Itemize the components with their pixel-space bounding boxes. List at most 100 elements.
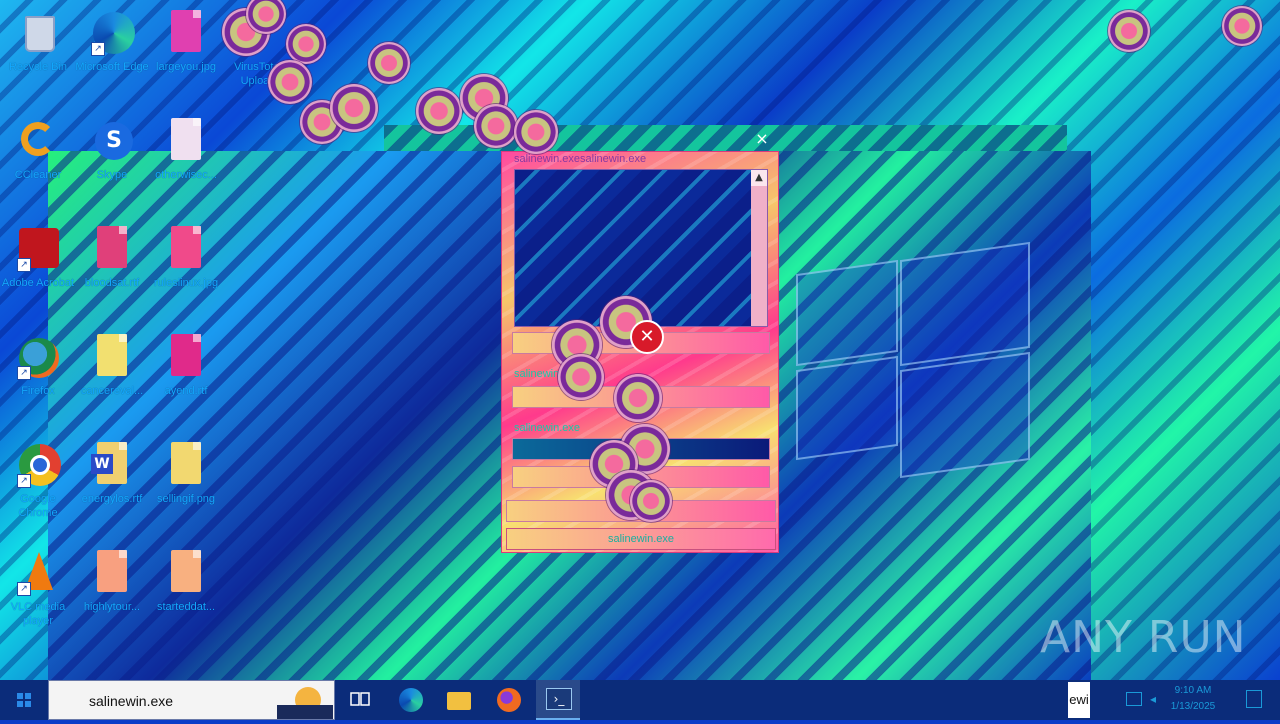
desktop-icon-otherwisec[interactable]: otherwisec... bbox=[148, 114, 224, 218]
desktop-icon-ruleslinux[interactable]: ruleslinux.jpg bbox=[148, 222, 224, 326]
image-file-icon bbox=[165, 118, 207, 164]
desktop-icon-recycle-bin[interactable]: Recycle Bin bbox=[0, 6, 76, 110]
word-doc-icon bbox=[91, 226, 133, 272]
taskbar: salinewin.exe ›_ ewi ◂ 9:10 AM 1/13/2025 bbox=[0, 680, 1280, 720]
windows-logo bbox=[796, 241, 1030, 479]
image-file-icon bbox=[165, 10, 207, 56]
image-file-icon bbox=[91, 550, 133, 596]
edge-icon bbox=[399, 688, 423, 712]
tray-label: ewi bbox=[1068, 682, 1090, 718]
recycle-bin-icon bbox=[17, 10, 59, 56]
taskbar-firefox-button[interactable] bbox=[488, 684, 528, 716]
taskbar-salinewin-button[interactable]: ›_ bbox=[536, 680, 580, 720]
error-icon: ✕ bbox=[630, 320, 664, 354]
error-bubble-icon bbox=[330, 84, 378, 132]
error-bubble-icon bbox=[558, 354, 604, 400]
image-file-icon bbox=[91, 334, 133, 380]
error-bubble-icon bbox=[630, 480, 672, 522]
icon-label: Skype bbox=[96, 169, 128, 181]
vlc-icon: ↗ bbox=[17, 550, 59, 596]
close-icon[interactable]: × bbox=[752, 129, 772, 149]
taskbar-edge-button[interactable] bbox=[390, 684, 430, 716]
desktop-icon-largeyou[interactable]: largeyou.jpg bbox=[148, 6, 224, 110]
error-bubble-icon bbox=[1222, 6, 1262, 46]
error-bubble-icon bbox=[1108, 10, 1150, 52]
notification-icon[interactable] bbox=[1246, 690, 1262, 708]
error-bubble-icon bbox=[614, 374, 662, 422]
desktop-icon-firefox[interactable]: ↗ Firefox bbox=[0, 330, 76, 434]
desktop: Recycle Bin CCleaner ↗ Adobe Acrobat ↗ F… bbox=[0, 0, 1280, 680]
scroll-up-arrow-icon[interactable]: ▲ bbox=[751, 170, 767, 186]
desktop-icon-bloodsat[interactable]: bloodsat.rtf bbox=[74, 222, 150, 326]
network-icon[interactable] bbox=[1126, 692, 1142, 706]
skype-icon: S bbox=[91, 118, 133, 164]
desktop-icon-cancereval[interactable]: cancereval... bbox=[74, 330, 150, 434]
task-view-icon bbox=[350, 692, 370, 706]
desktop-icon-acrobat[interactable]: ↗ Adobe Acrobat bbox=[0, 222, 76, 326]
icon-label: Firefox bbox=[21, 385, 55, 397]
desktop-icon-ccleaner[interactable]: CCleaner bbox=[0, 114, 76, 218]
desktop-icon-chrome[interactable]: ↗ Google Chrome bbox=[0, 438, 76, 542]
shortcut-arrow-icon: ↗ bbox=[17, 258, 31, 272]
icon-label: starteddat... bbox=[156, 601, 216, 613]
icon-label: sellingif.png bbox=[156, 493, 216, 505]
desktop-icon-skype[interactable]: S Skype bbox=[74, 114, 150, 218]
firefox-icon bbox=[497, 688, 521, 712]
desktop-icon-vlc[interactable]: ↗ VLC media player bbox=[0, 546, 76, 650]
icon-label: Recycle Bin bbox=[8, 61, 68, 73]
icon-label: Microsoft Edge bbox=[75, 61, 149, 73]
icon-label: energylos.rtf bbox=[81, 493, 143, 505]
start-button[interactable] bbox=[0, 680, 48, 720]
desktop-icon-highlytour[interactable]: highlytour... bbox=[74, 546, 150, 650]
icon-label: VLC media player bbox=[10, 601, 66, 627]
windows-start-icon bbox=[17, 693, 31, 707]
desktop-icon-starteddat[interactable]: starteddat... bbox=[148, 546, 224, 650]
footer-status: salinewin.exe bbox=[506, 528, 776, 550]
icon-label: otherwisec... bbox=[155, 169, 217, 181]
desktop-icon-edge[interactable]: ↗ Microsoft Edge bbox=[74, 6, 150, 110]
chrome-icon: ↗ bbox=[17, 442, 61, 488]
icon-label: ayend.rtf bbox=[164, 385, 208, 397]
icon-label: bloodsat.rtf bbox=[84, 277, 140, 289]
image-file-icon bbox=[165, 226, 207, 272]
edge-icon: ↗ bbox=[91, 10, 135, 56]
image-file-icon bbox=[165, 550, 207, 596]
shortcut-arrow-icon: ↗ bbox=[17, 474, 31, 488]
terminal-icon: ›_ bbox=[546, 688, 572, 710]
error-bubble-icon bbox=[286, 24, 326, 64]
image-file-icon bbox=[165, 442, 207, 488]
shortcut-arrow-icon: ↗ bbox=[17, 582, 31, 596]
icon-label: Google Chrome bbox=[18, 493, 58, 519]
clock-time[interactable]: 9:10 AM bbox=[1158, 685, 1228, 696]
system-tray: ewi ◂ 9:10 AM 1/13/2025 bbox=[1068, 680, 1280, 720]
word-doc-icon bbox=[165, 334, 207, 380]
clock-date[interactable]: 1/13/2025 bbox=[1158, 701, 1228, 712]
desktop-icon-ayend[interactable]: ayend.rtf bbox=[148, 330, 224, 434]
anyrun-watermark: ANY RUN bbox=[1040, 612, 1247, 663]
error-bubble-icon bbox=[368, 42, 410, 84]
taskbar-explorer-button[interactable] bbox=[438, 684, 478, 716]
shortcut-arrow-icon: ↗ bbox=[91, 42, 105, 56]
vertical-scrollbar[interactable]: ▲ bbox=[751, 170, 767, 326]
search-input[interactable]: salinewin.exe bbox=[89, 693, 173, 709]
icon-label: largeyou.jpg bbox=[156, 61, 216, 73]
icon-label: Adobe Acrobat bbox=[1, 277, 75, 289]
window-title: salinewin.exesalinewin.exe bbox=[514, 153, 647, 165]
acrobat-icon: ↗ bbox=[17, 226, 59, 272]
error-bubble-icon bbox=[474, 104, 518, 148]
error-bubble-icon bbox=[514, 110, 558, 154]
error-bubble-icon bbox=[268, 60, 312, 104]
firefox-icon: ↗ bbox=[17, 334, 59, 380]
taskbar-search-box[interactable]: salinewin.exe bbox=[48, 680, 335, 720]
icon-label: cancereval... bbox=[80, 385, 144, 397]
desktop-icon-sellingif[interactable]: sellingif.png bbox=[148, 438, 224, 542]
error-bubble-icon bbox=[416, 88, 462, 134]
desktop-icon-energylos[interactable]: W energylos.rtf bbox=[74, 438, 150, 542]
task-view-button[interactable] bbox=[340, 684, 380, 716]
shortcut-arrow-icon: ↗ bbox=[17, 366, 31, 380]
ccleaner-icon bbox=[17, 118, 59, 164]
folder-icon bbox=[447, 692, 471, 710]
field-label: salinewin.exe bbox=[514, 422, 581, 434]
icon-label: CCleaner bbox=[14, 169, 62, 181]
icon-label: highlytour... bbox=[83, 601, 141, 613]
